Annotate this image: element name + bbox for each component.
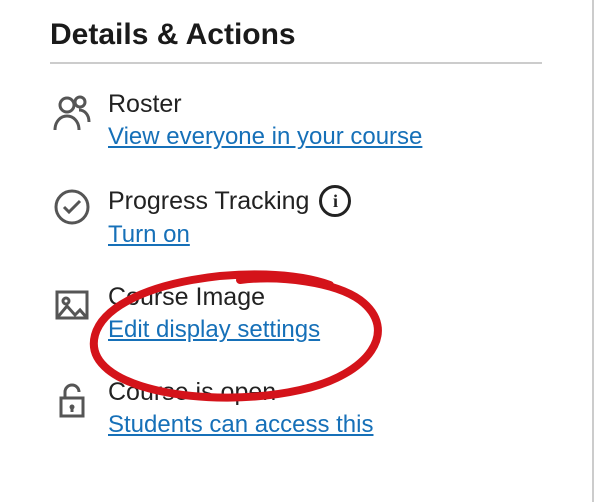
info-icon[interactable]: i: [319, 185, 351, 217]
course-open-item: Course is open Students can access this: [50, 378, 542, 439]
edit-display-settings-link[interactable]: Edit display settings: [108, 316, 320, 344]
checkmark-circle-icon: [50, 185, 94, 227]
roster-icon: [50, 90, 94, 132]
details-actions-panel: Details & Actions Roster View everyone i…: [0, 0, 594, 502]
panel-heading: Details & Actions: [50, 18, 542, 52]
view-roster-link[interactable]: View everyone in your course: [108, 123, 422, 151]
course-image-label: Course Image: [108, 283, 265, 312]
divider: [50, 62, 542, 64]
unlock-icon: [50, 378, 94, 420]
progress-turn-on-link[interactable]: Turn on: [108, 221, 190, 249]
progress-label: Progress Tracking: [108, 187, 309, 216]
progress-item: Progress Tracking i Turn on: [50, 185, 542, 249]
course-open-label: Course is open: [108, 378, 276, 407]
roster-label: Roster: [108, 90, 182, 119]
course-image-item: Course Image Edit display settings: [50, 283, 542, 344]
image-icon: [50, 283, 94, 325]
students-access-link[interactable]: Students can access this: [108, 411, 373, 439]
roster-item: Roster View everyone in your course: [50, 90, 542, 151]
